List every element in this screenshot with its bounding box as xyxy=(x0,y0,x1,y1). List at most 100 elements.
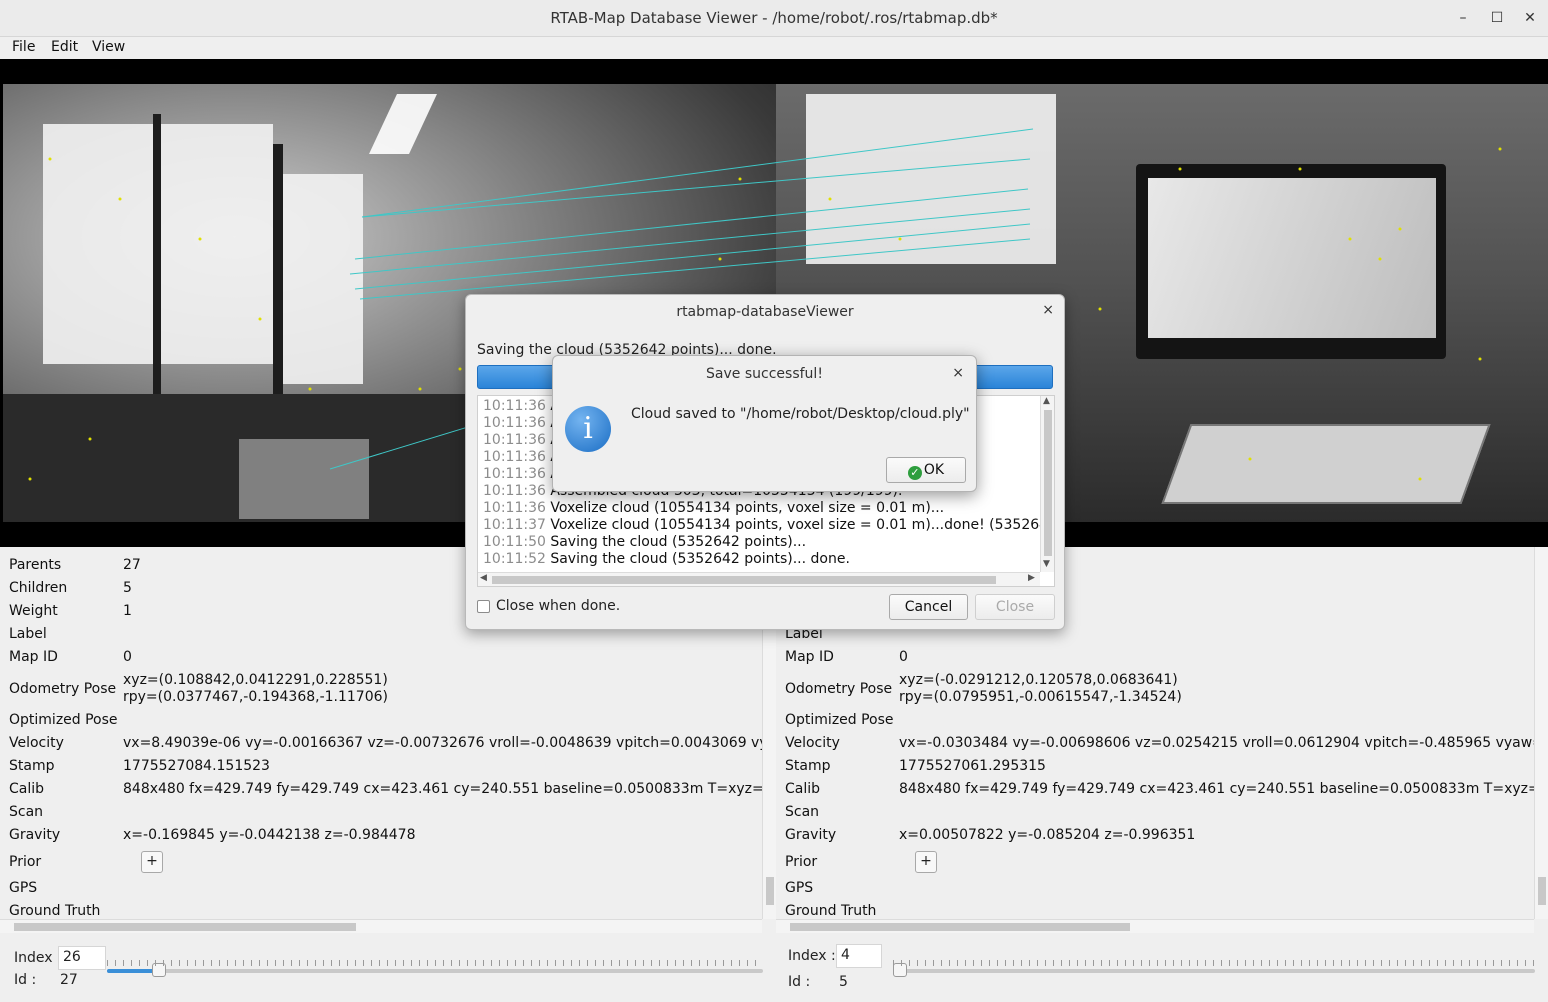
odometry-xyz: xyz=(-0.0291212,0.120578,0.0683641) xyxy=(899,672,1178,688)
index-spinbox[interactable]: 4 xyxy=(836,944,882,968)
field-label: Map ID xyxy=(785,649,834,665)
scroll-thumb[interactable] xyxy=(766,877,774,905)
field-label: Odometry Pose xyxy=(9,681,117,697)
field-label: Calib xyxy=(785,781,821,797)
menu-view[interactable]: View xyxy=(92,39,125,55)
scroll-thumb[interactable] xyxy=(492,576,996,584)
scroll-thumb[interactable] xyxy=(14,923,356,931)
close-icon[interactable]: × xyxy=(952,365,964,381)
dialog-title: rtabmap-databaseViewer xyxy=(676,304,854,320)
add-prior-button[interactable]: + xyxy=(141,851,163,873)
menu-edit[interactable]: Edit xyxy=(51,39,78,55)
scroll-down-icon[interactable]: ▼ xyxy=(1043,559,1050,569)
field-label: Gravity xyxy=(785,827,837,843)
field-label: Parents xyxy=(9,557,62,573)
field-label: Ground Truth xyxy=(785,903,877,919)
log-text: Voxelize cloud (10554134 points, voxel s… xyxy=(550,517,1055,533)
field-value: 5 xyxy=(123,580,132,596)
scroll-thumb[interactable] xyxy=(790,923,1130,931)
scroll-up-icon[interactable]: ▲ xyxy=(1043,396,1050,406)
slider-ticks xyxy=(893,960,1535,966)
save-success-dialog: Save successful! × i Cloud saved to "/ho… xyxy=(552,355,977,492)
scroll-right-icon[interactable]: ▶ xyxy=(1028,573,1035,583)
field-label: Scan xyxy=(785,804,820,820)
slider-ticks xyxy=(107,960,763,966)
field-label: Calib xyxy=(9,781,45,797)
horizontal-scrollbar[interactable] xyxy=(0,919,762,933)
log-horizontal-scrollbar[interactable]: ◀ ▶ xyxy=(478,572,1040,586)
log-timestamp: 10:11:52 xyxy=(483,551,546,567)
index-value: 4 xyxy=(841,947,850,963)
odometry-xyz: xyz=(0.108842,0.0412291,0.228551) xyxy=(123,672,388,688)
close-when-done-checkbox[interactable] xyxy=(477,600,490,613)
field-value: 1 xyxy=(123,603,132,619)
index-spinbox[interactable]: 26 xyxy=(58,946,106,970)
log-timestamp: 10:11:36 xyxy=(483,449,546,465)
log-vertical-scrollbar[interactable]: ▲ ▼ xyxy=(1040,396,1054,572)
field-value: x=-0.169845 y=-0.0442138 z=-0.984478 xyxy=(123,827,416,843)
scroll-left-icon[interactable]: ◀ xyxy=(480,573,487,583)
log-timestamp: 10:11:36 xyxy=(483,398,546,414)
add-prior-button[interactable]: + xyxy=(915,851,937,873)
field-value: 0 xyxy=(899,649,908,665)
cancel-button[interactable]: Cancel xyxy=(889,594,968,620)
field-value: 27 xyxy=(123,557,141,573)
index-value: 26 xyxy=(63,949,81,965)
window-close-button[interactable]: ✕ xyxy=(1519,7,1541,29)
field-label: GPS xyxy=(785,880,814,896)
menu-bar: File Edit View xyxy=(0,37,1548,59)
field-label: Velocity xyxy=(785,735,840,751)
field-label: Gravity xyxy=(9,827,61,843)
field-value: x=0.00507822 y=-0.085204 z=-0.996351 xyxy=(899,827,1196,843)
ok-label: OK xyxy=(923,462,945,478)
field-label: Scan xyxy=(9,804,44,820)
field-value: vx=-0.0303484 vy=-0.00698606 vz=0.025421… xyxy=(899,735,1548,751)
close-icon[interactable]: × xyxy=(1042,302,1054,318)
dialog-title: Save successful! xyxy=(706,366,823,382)
id-value: 5 xyxy=(839,974,848,990)
field-value: 1775527061.295315 xyxy=(899,758,1046,774)
message-text: Cloud saved to "/home/robot/Desktop/clou… xyxy=(631,406,970,422)
title-bar: RTAB-Map Database Viewer - /home/robot/.… xyxy=(0,0,1548,37)
field-label: Children xyxy=(9,580,68,596)
log-timestamp: 10:11:36 xyxy=(483,466,546,482)
odometry-rpy: rpy=(0.0377467,-0.194368,-1.11706) xyxy=(123,689,388,705)
ok-button[interactable]: ✓ OK xyxy=(886,457,966,483)
log-timestamp: 10:11:37 xyxy=(483,517,546,533)
checkmark-icon: ✓ xyxy=(907,466,922,480)
close-when-done-label: Close when done. xyxy=(496,598,621,614)
field-label: Weight xyxy=(9,603,58,619)
horizontal-scrollbar[interactable] xyxy=(776,919,1534,933)
close-button[interactable]: Close xyxy=(975,594,1055,620)
index-slider[interactable] xyxy=(893,963,1535,977)
minimize-button[interactable]: – xyxy=(1452,7,1474,29)
maximize-button[interactable]: ☐ xyxy=(1486,7,1508,29)
scroll-thumb[interactable] xyxy=(1538,877,1546,905)
field-label: GPS xyxy=(9,880,38,896)
id-label: Id : xyxy=(788,974,811,990)
odometry-rpy: rpy=(0.0795951,-0.00615547,-1.34524) xyxy=(899,689,1182,705)
left-index-controls: Index : 26 Id : 27 xyxy=(0,933,776,1002)
field-value: 0 xyxy=(123,649,132,665)
field-label: Optimized Pose xyxy=(9,712,118,728)
field-label: Map ID xyxy=(9,649,58,665)
scroll-thumb[interactable] xyxy=(1044,410,1052,556)
field-label: Label xyxy=(9,626,47,642)
log-timestamp: 10:11:50 xyxy=(483,534,546,550)
menu-file[interactable]: File xyxy=(12,39,35,55)
field-label: Ground Truth xyxy=(9,903,101,919)
index-label: Index : xyxy=(14,950,62,966)
field-value: vx=8.49039e-06 vy=-0.00166367 vz=-0.0073… xyxy=(123,735,776,751)
vertical-scrollbar[interactable] xyxy=(1534,547,1548,919)
field-value: 1775527084.151523 xyxy=(123,758,270,774)
right-index-controls: Index : 4 Id : 5 xyxy=(776,933,1548,1002)
field-label: Stamp xyxy=(9,758,55,774)
field-label: Optimized Pose xyxy=(785,712,894,728)
log-timestamp: 10:11:36 xyxy=(483,432,546,448)
id-value: 27 xyxy=(60,972,78,988)
log-text: Saving the cloud (5352642 points)... xyxy=(550,534,807,550)
index-label: Index : xyxy=(788,948,836,964)
log-text: Saving the cloud (5352642 points)... don… xyxy=(550,551,850,567)
index-slider[interactable] xyxy=(107,963,763,977)
log-timestamp: 10:11:36 xyxy=(483,483,546,499)
